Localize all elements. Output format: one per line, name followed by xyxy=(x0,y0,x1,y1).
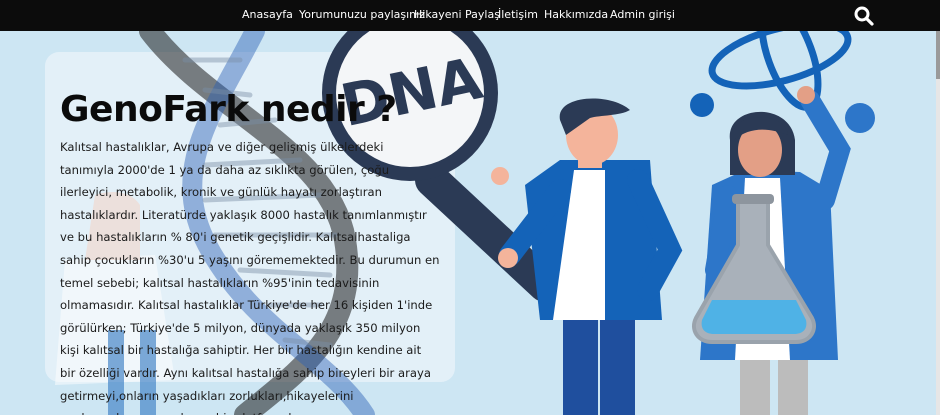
nav-link-hikayeni-paylas[interactable]: Hikayeni Paylaş xyxy=(414,0,500,31)
page-title: GenoFark nedir ? xyxy=(60,89,397,130)
molecule-dot xyxy=(845,103,875,133)
scientist-man-illustration xyxy=(491,98,683,415)
hero-banner: DNA GenoFark nedir ? Kalıtsal hastalıkla… xyxy=(0,31,940,415)
search-icon[interactable] xyxy=(853,5,875,27)
nav-link-iletisim[interactable]: İletişim xyxy=(498,0,538,31)
nav-link-admin-girisi[interactable]: Admin girişi xyxy=(610,0,675,31)
top-navbar: Anasayfa Yorumunuzu paylaşınız Hikayeni … xyxy=(0,0,940,31)
nav-link-anasayfa[interactable]: Anasayfa xyxy=(242,0,293,31)
atom-icon xyxy=(708,31,852,111)
nav-link-hakkimizda[interactable]: Hakkımızda xyxy=(544,0,608,31)
scrollbar-track[interactable] xyxy=(936,31,940,415)
nav-link-yorumunuzu-paylasiniz[interactable]: Yorumunuzu paylaşınız xyxy=(299,0,425,31)
intro-paragraph: Kalıtsal hastalıklar, Avrupa ve diğer ge… xyxy=(60,140,440,415)
molecule-dot xyxy=(690,93,714,117)
scrollbar-thumb[interactable] xyxy=(936,31,940,79)
